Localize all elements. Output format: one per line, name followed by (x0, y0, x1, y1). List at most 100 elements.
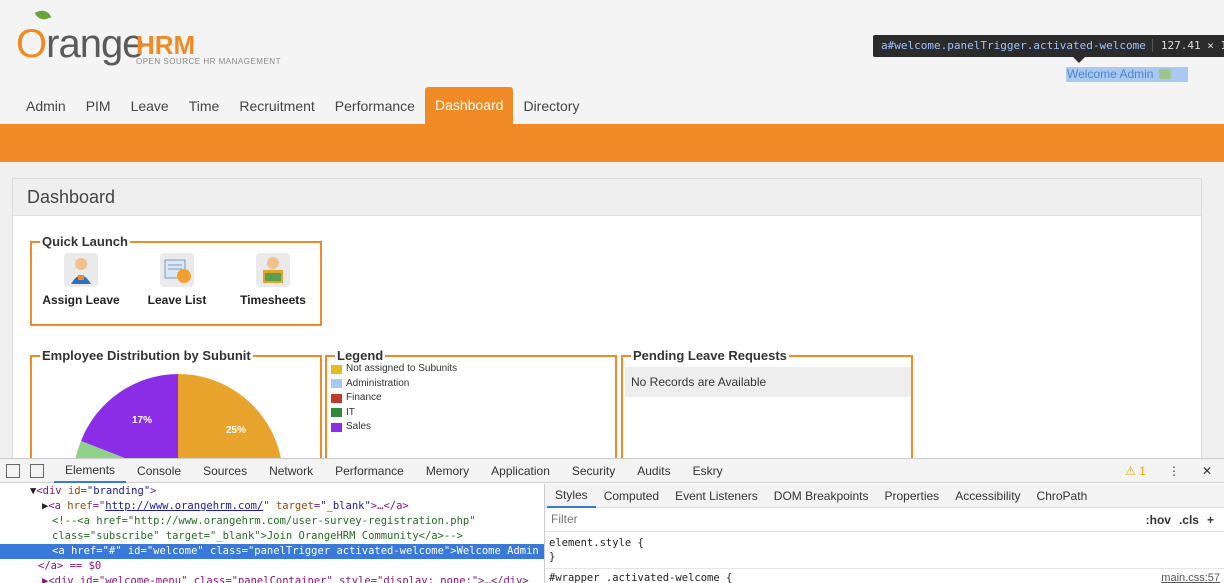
legend-label: Finance (346, 392, 382, 403)
styles-filter-input[interactable] (545, 508, 945, 530)
devtools-tab-application[interactable]: Application (480, 459, 561, 483)
styles-tab-chropath[interactable]: ChroPath (1029, 484, 1096, 508)
orangehrm-page: Orange HRM OPEN SOURCE HR MANAGEMENT a#w… (0, 0, 1224, 583)
page-title: Dashboard (13, 179, 1201, 216)
devtools-tab-console[interactable]: Console (126, 459, 192, 483)
legend-swatch (331, 379, 342, 388)
devtools-panel: Elements Console Sources Network Performance… (0, 458, 1224, 583)
hov-toggle[interactable]: :hov (1146, 508, 1171, 532)
dom-node[interactable]: </a> == $0 (0, 559, 544, 574)
dom-node[interactable]: ▶<div id="welcome-menu" class="panelCont… (0, 574, 544, 583)
dom-node[interactable]: ▼<div id="branding"> (0, 484, 544, 499)
wrapper-selector: #wrapper .activated-welcome { (549, 572, 733, 583)
dom-node[interactable]: ▶<a href="http://www.orangehrm.com/" tar… (0, 499, 544, 514)
legend-swatch (331, 408, 342, 417)
nav-item-admin[interactable]: Admin (16, 90, 76, 124)
quick-launch-box: Quick Launch Assign Leave Leave List Tim… (30, 234, 322, 326)
pending-leave-title: Pending Leave Requests (631, 348, 789, 364)
distribution-pie-chart: 25% 17% (73, 374, 283, 469)
devtools-tab-eskry[interactable]: Eskry (682, 459, 734, 483)
submenu-band (0, 124, 1224, 162)
cls-toggle[interactable]: .cls (1179, 508, 1199, 532)
nav-item-dashboard[interactable]: Dashboard (424, 87, 514, 124)
lock-icon (1159, 69, 1172, 79)
styles-tab-event-listeners[interactable]: Event Listeners (667, 484, 766, 508)
pie-label-25: 25% (226, 425, 246, 436)
more-options-icon[interactable]: ⋮ (1168, 459, 1180, 483)
dashboard-panel: Dashboard Quick Launch Assign Leave Leav… (12, 178, 1202, 469)
assign-leave-label: Assign Leave (42, 293, 120, 307)
dom-node[interactable]: class="subscribe" target="_blank">Join O… (0, 529, 544, 544)
devtools-tab-elements[interactable]: Elements (54, 459, 127, 483)
orangehrm-logo[interactable]: Orange HRM OPEN SOURCE HR MANAGEMENT (14, 7, 294, 70)
legend-label: Not assigned to Subunits (346, 363, 458, 374)
devtools-tab-performance[interactable]: Performance (324, 459, 415, 483)
legend-swatch (331, 393, 342, 403)
styles-tab-dom-breakpoints[interactable]: DOM Breakpoints (766, 484, 877, 508)
new-style-rule-button[interactable]: + (1207, 508, 1214, 532)
styles-tab-styles[interactable]: Styles (547, 484, 596, 508)
element-style-rule[interactable]: element.style { (545, 536, 1224, 550)
devtools-tab-security[interactable]: Security (561, 459, 626, 483)
logo-tagline: OPEN SOURCE HR MANAGEMENT (136, 57, 281, 66)
pie-slice-25 (178, 374, 283, 469)
nav-item-time[interactable]: Time (179, 90, 230, 124)
employee-distribution-box: Employee Distribution by Subunit 25% 17% (30, 348, 322, 469)
legend-item: Finance (331, 391, 382, 405)
devtools-tab-memory[interactable]: Memory (415, 459, 480, 483)
selected-dom-node[interactable]: <a href="#" id="welcome" class="panelTri… (0, 544, 544, 559)
devtools-element-tooltip: a#welcome.panelTrigger.activated-welcome… (873, 35, 1224, 57)
devtools-tabbar: Elements Console Sources Network Performance… (0, 459, 1224, 483)
timesheets-label: Timesheets (240, 293, 306, 307)
tooltip-size: 127.41 × 16 (1151, 39, 1224, 52)
legend-swatch (331, 364, 342, 374)
warning-count[interactable]: ⚠ 1 (1125, 459, 1146, 483)
main-menu: Admin PIM Leave Time Recruitment Performance D… (0, 87, 1224, 124)
nav-item-leave[interactable]: Leave (121, 90, 179, 124)
device-toolbar-icon[interactable] (30, 463, 44, 478)
nav-item-performance[interactable]: Performance (325, 90, 425, 124)
tooltip-arrow (1073, 57, 1085, 63)
inspect-element-icon[interactable] (6, 463, 20, 478)
timesheets-icon (256, 253, 290, 287)
devtools-tab-sources[interactable]: Sources (192, 459, 258, 483)
stylesheet-link[interactable]: main.css:57 (1161, 571, 1220, 583)
legend-item: Sales (331, 420, 371, 434)
pending-leave-box: Pending Leave Requests No Records are Av… (621, 348, 913, 469)
devtools-tab-audits[interactable]: Audits (626, 459, 681, 483)
styles-pane: Styles Computed Event Listeners DOM Breakpo… (544, 484, 1224, 583)
styles-tab-accessibility[interactable]: Accessibility (947, 484, 1028, 508)
legend-item: Not assigned to Subunits (331, 362, 457, 376)
header: Orange HRM OPEN SOURCE HR MANAGEMENT a#w… (0, 0, 1224, 90)
leave-list-icon (160, 253, 194, 287)
legend-label: IT (346, 406, 355, 418)
assign-leave-icon (64, 253, 98, 287)
tooltip-selector: a#welcome.panelTrigger.activated-welcome (881, 39, 1146, 52)
legend-item: Administration (331, 377, 409, 391)
welcome-admin-link[interactable]: Welcome Admin (1066, 67, 1188, 82)
close-devtools-icon[interactable]: ✕ (1202, 459, 1212, 483)
logo-word: range (46, 22, 144, 66)
legend-label: Administration (346, 377, 410, 389)
styles-tab-computed[interactable]: Computed (596, 484, 667, 508)
no-records-text: No Records are Available (625, 367, 911, 397)
quick-launch-title: Quick Launch (40, 234, 130, 250)
legend-box: Legend Not assigned to Subunits Administr… (325, 348, 617, 469)
legend-item: IT (331, 406, 355, 420)
wrapper-rule[interactable]: #wrapper .activated-welcome { main.css:57 (545, 568, 1224, 583)
leaf-icon (34, 7, 52, 23)
nav-item-pim[interactable]: PIM (76, 90, 121, 124)
elements-tree[interactable]: ▼<div id="branding"> ▶<a href="http://www… (0, 484, 544, 583)
styles-tabbar: Styles Computed Event Listeners DOM Breakpo… (545, 484, 1224, 508)
rule-close-brace: } (549, 551, 556, 563)
devtools-tab-network[interactable]: Network (258, 459, 324, 483)
styles-filter: :hov .cls + (545, 508, 1224, 532)
nav-item-recruitment[interactable]: Recruitment (229, 90, 324, 124)
timesheets-button[interactable]: Timesheets (228, 253, 318, 307)
styles-tab-properties[interactable]: Properties (876, 484, 947, 508)
pie-label-17: 17% (132, 415, 152, 426)
leave-list-button[interactable]: Leave List (132, 253, 222, 307)
assign-leave-button[interactable]: Assign Leave (36, 253, 126, 307)
dom-node[interactable]: <!--<a href="http://www.orangehrm.com/us… (0, 514, 544, 529)
nav-item-directory[interactable]: Directory (513, 90, 589, 124)
